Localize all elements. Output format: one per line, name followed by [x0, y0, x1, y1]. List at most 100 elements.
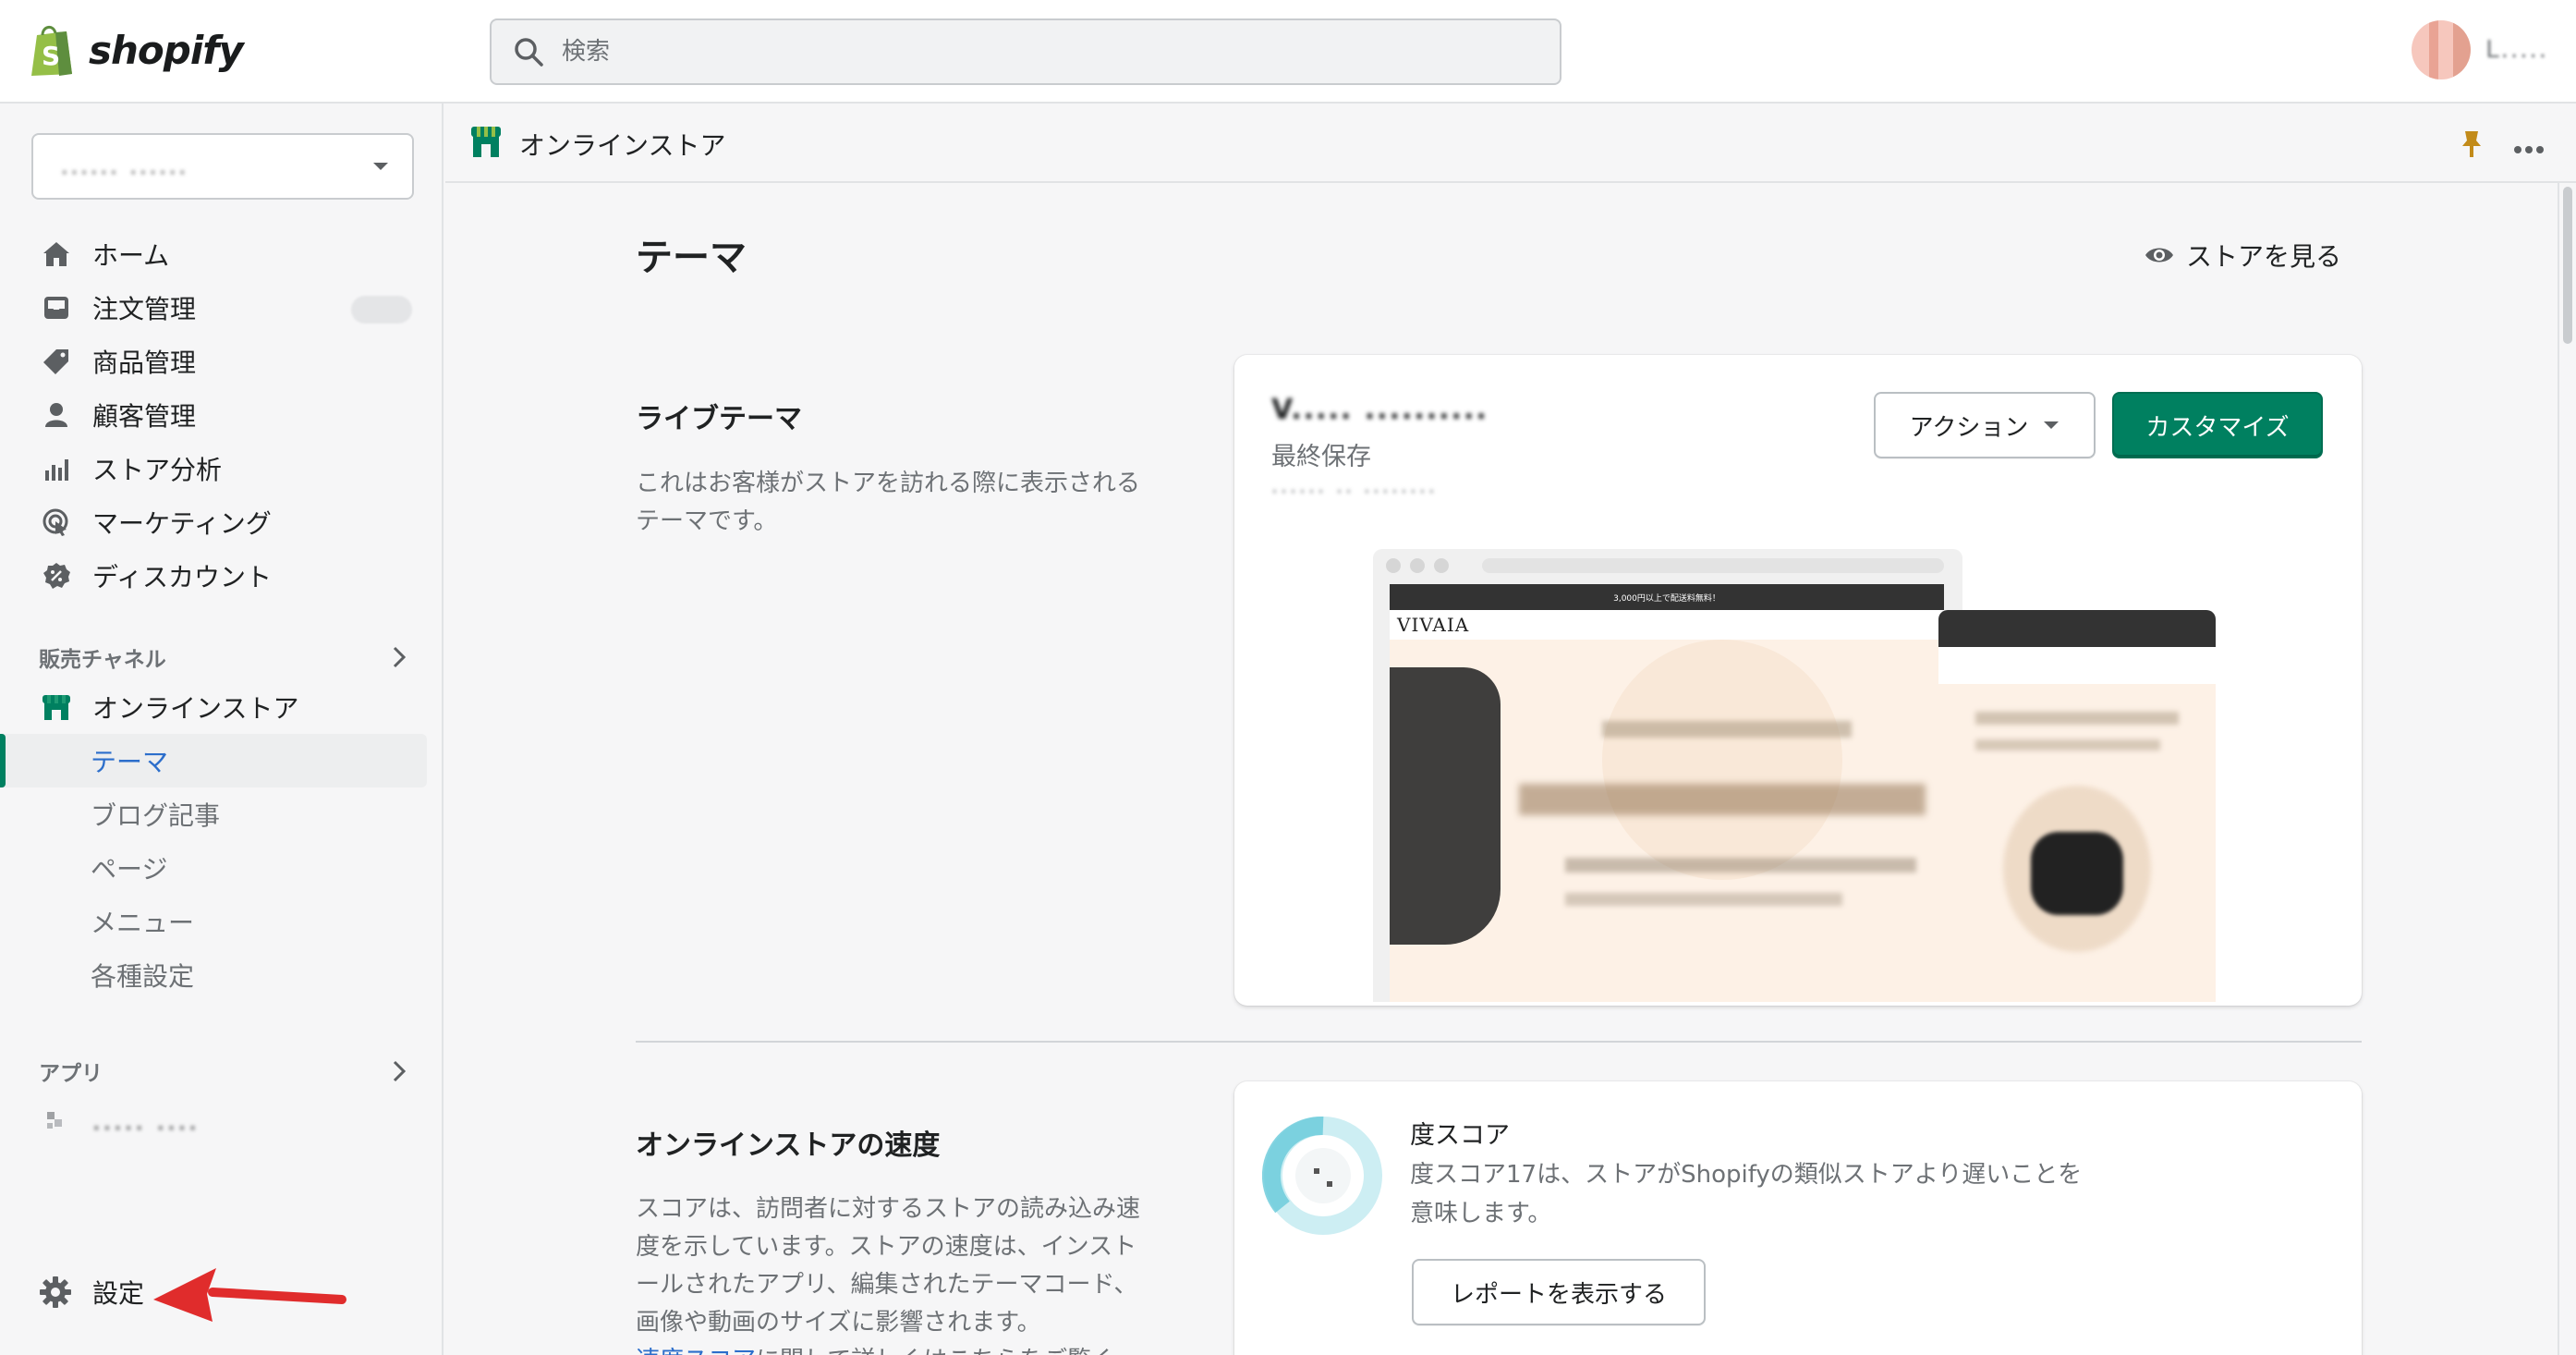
shopify-bag-icon: S: [31, 26, 72, 76]
nav-online-store[interactable]: オンラインストア: [0, 680, 444, 734]
nav-settings[interactable]: 設定: [39, 1274, 144, 1311]
apps-label: アプリ: [39, 1062, 103, 1086]
online-store-icon: [39, 690, 74, 725]
svg-text:S: S: [42, 41, 60, 71]
app-name: ..... ....: [92, 1106, 200, 1136]
bar-chart-icon: [39, 451, 74, 486]
nav-analytics-label: ストア分析: [92, 455, 223, 485]
sales-channels-nav: 販売チャネル オンラインストア テーマ ブログ記事 ページ メニュー 各種設定: [0, 634, 444, 1002]
search-bar[interactable]: [490, 18, 1561, 85]
nav-pages[interactable]: ページ: [0, 841, 444, 895]
top-bar: S shopify L.....: [0, 0, 2576, 104]
nav-analytics[interactable]: ストア分析: [0, 442, 444, 495]
speed-heading: オンラインストアの速度: [636, 1129, 941, 1162]
view-store-label: ストアを見る: [2185, 241, 2341, 272]
store-selector[interactable]: ...... ......: [31, 133, 414, 200]
nav-blog-posts[interactable]: ブログ記事: [0, 787, 444, 841]
nav-marketing-label: マーケティング: [92, 508, 272, 539]
nav-online-store-label: オンラインストア: [92, 693, 299, 724]
nav-store-preferences[interactable]: 各種設定: [0, 948, 444, 1002]
sidebar: ...... ...... ホーム 注文管理 商品管理 顧客管理 ストア分析 マ…: [0, 104, 444, 1355]
context-bar: オンラインストア: [445, 104, 2576, 183]
more-actions-icon[interactable]: [2513, 140, 2545, 158]
speed-card: 度スコア 度スコア17は、ストアがShopifyの類似ストアより遅いことを意味し…: [1234, 1081, 2362, 1355]
nav-customers[interactable]: 顧客管理: [0, 388, 444, 442]
live-theme-heading: ライブテーマ: [636, 403, 802, 435]
last-saved-label: 最終保存: [1271, 443, 1371, 471]
browser-dots: [1386, 558, 1449, 573]
nav-discounts-label: ディスカウント: [92, 562, 273, 592]
speed-score-gauge: [1261, 1115, 1384, 1237]
pin-icon[interactable]: [2460, 129, 2484, 163]
preview-text-line: [1602, 721, 1852, 738]
actions-button[interactable]: アクション: [1874, 392, 2096, 458]
person-icon: [39, 397, 74, 433]
mobile-product-image: [2031, 832, 2123, 915]
online-store-icon: [469, 124, 503, 163]
apps-nav: アプリ ..... ....: [0, 1048, 444, 1148]
avatar[interactable]: [2412, 20, 2472, 79]
chevron-right-icon: [393, 646, 407, 668]
store-name: ...... ......: [61, 153, 189, 179]
mobile-header: [1938, 647, 2216, 684]
customize-button[interactable]: カスタマイズ: [2112, 392, 2323, 458]
nav-orders[interactable]: 注文管理: [0, 281, 444, 335]
caret-down-icon: [373, 163, 388, 170]
mobile-banner: [1938, 610, 2216, 647]
target-icon: [39, 505, 74, 540]
scrollbar-thumb[interactable]: [2563, 187, 2572, 344]
user-menu[interactable]: L.....: [2412, 20, 2548, 79]
apps-heading[interactable]: アプリ: [0, 1048, 444, 1094]
live-theme-card: V..... .......... 最終保存 ...... .. .......…: [1234, 355, 2362, 1006]
chevron-right-icon: [393, 1060, 407, 1082]
preview-circle-decoration: [1602, 640, 1842, 880]
nav-themes[interactable]: テーマ: [0, 734, 427, 787]
main-nav: ホーム 注文管理 商品管理 顧客管理 ストア分析 マーケティング ディスカウント: [0, 227, 444, 603]
mobile-text-line: [1975, 712, 2179, 725]
shopify-logo[interactable]: S shopify: [28, 22, 244, 78]
discount-icon: [39, 558, 74, 593]
nav-marketing[interactable]: マーケティング: [0, 495, 444, 549]
preview-product-image: [1390, 667, 1501, 945]
mobile-preview-page: [1938, 647, 2216, 1002]
speed-link-suffix: に関して詳しくはこちらをご覧く: [756, 1347, 1115, 1355]
search-input[interactable]: [562, 38, 1486, 66]
main-scrollbar[interactable]: [2558, 183, 2576, 1355]
actions-label: アクション: [1909, 413, 2029, 442]
desktop-theme-preview[interactable]: 3,000円以上で配送料無料！ VIVAIA: [1373, 549, 1962, 1002]
preview-text-line: [1565, 858, 1916, 873]
inbox-icon: [39, 290, 74, 325]
view-store-link[interactable]: ストアを見る: [2144, 237, 2341, 274]
speed-description: スコアは、訪問者に対するストアの読み込み速度を示しています。ストアの速度は、イン…: [636, 1190, 1153, 1355]
mobile-text-line: [1975, 739, 2160, 751]
sales-channels-heading[interactable]: 販売チャネル: [0, 634, 444, 680]
speed-score-text: 度スコア17は、ストアがShopifyの類似ストアより遅いことを意味します。: [1410, 1161, 2083, 1227]
theme-version: ...... .. ........: [1271, 475, 1438, 498]
nav-app-item[interactable]: ..... ....: [0, 1094, 444, 1148]
context-title: オンラインストア: [519, 130, 726, 161]
preview-banner: 3,000円以上で配送料無料！: [1390, 584, 1944, 610]
mobile-theme-preview[interactable]: [1938, 610, 2216, 1002]
view-report-button[interactable]: レポートを表示する: [1412, 1259, 1706, 1325]
nav-customers-label: 顧客管理: [92, 401, 197, 432]
nav-home-label: ホーム: [92, 240, 170, 271]
browser-address-bar: [1482, 558, 1944, 573]
user-name: L.....: [2485, 36, 2548, 64]
page-title: テーマ: [636, 237, 747, 279]
search-icon: [515, 38, 543, 67]
brand-name: shopify: [89, 27, 244, 73]
caret-down-icon: [2044, 421, 2060, 429]
live-theme-description: これはお客様がストアを訪れる際に表示されるテーマです。: [636, 470, 1141, 535]
eye-icon: [2144, 244, 2175, 266]
nav-home[interactable]: ホーム: [0, 227, 444, 281]
preview-text-line: [1565, 893, 1842, 906]
speed-score-link[interactable]: 速度スコア: [636, 1347, 756, 1355]
tag-icon: [39, 344, 74, 379]
nav-discounts[interactable]: ディスカウント: [0, 549, 444, 603]
nav-navigation[interactable]: メニュー: [0, 895, 444, 948]
nav-orders-label: 注文管理: [92, 294, 197, 324]
nav-products-label: 商品管理: [92, 348, 197, 378]
nav-products[interactable]: 商品管理: [0, 335, 444, 388]
annotation-arrow: [153, 1268, 346, 1322]
gear-icon: [39, 1276, 72, 1309]
